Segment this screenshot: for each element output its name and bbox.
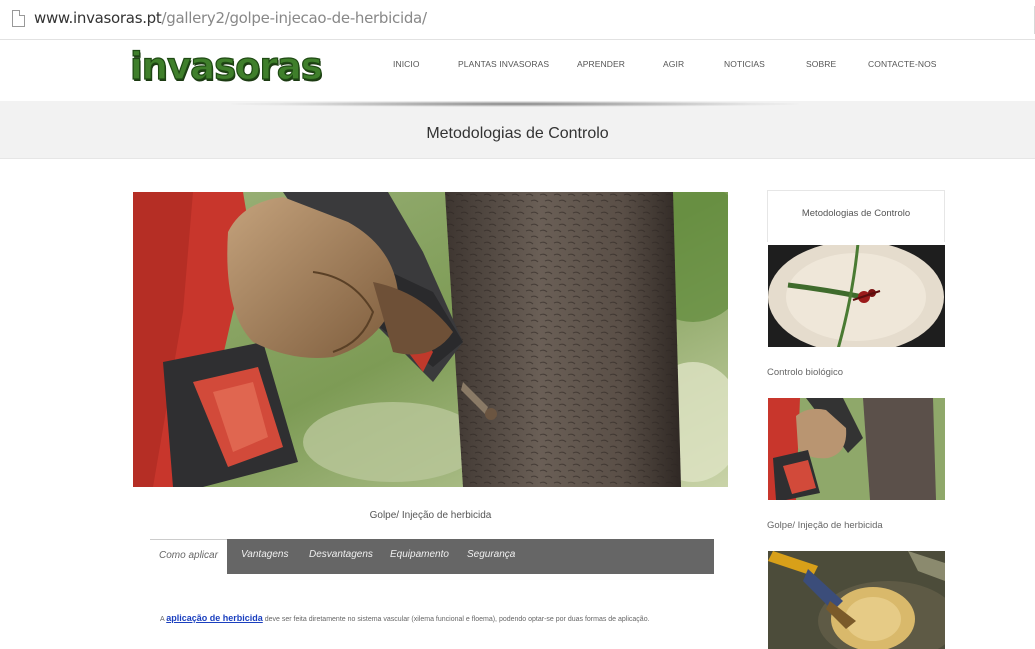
image-caption: Golpe/ Injeção de herbicida <box>369 510 492 521</box>
url-path: /gallery2/golpe-injecao-de-herbicida/ <box>161 9 427 27</box>
nav-item-agir[interactable]: AGIR <box>663 59 684 69</box>
page-title: Metodologias de Controlo <box>426 125 609 142</box>
header-shadow <box>230 101 800 107</box>
tab-seguranca[interactable]: Segurança <box>467 539 515 574</box>
tab-desvantagens[interactable]: Desvantagens <box>309 539 373 574</box>
brush-herbicide-photo <box>768 551 945 649</box>
address-bar[interactable]: www.invasoras.pt/gallery2/golpe-injecao-… <box>0 0 1035 40</box>
url-text[interactable]: www.invasoras.pt/gallery2/golpe-injecao-… <box>34 9 427 27</box>
thumb-controlo-biologico[interactable] <box>768 245 945 347</box>
site-header: invasoras INICIO PLANTAS INVASORAS APREN… <box>0 40 1035 100</box>
thumb-label-controlo-biologico[interactable]: Controlo biológico <box>767 367 843 378</box>
tab-equipamento[interactable]: Equipamento <box>390 539 449 574</box>
page-icon <box>12 10 25 27</box>
drill-thumbnail-photo <box>768 398 945 500</box>
biocontrol-photo <box>768 245 945 347</box>
herbicide-link[interactable]: aplicação de herbicida <box>166 613 263 623</box>
tab-como-aplicar[interactable]: Como aplicar <box>150 539 227 574</box>
nav-item-aprender[interactable]: APRENDER <box>577 59 625 69</box>
sidebar: Metodologias de Controlo Controlo biológ… <box>767 190 945 649</box>
gallery-main-image <box>133 192 728 487</box>
nav-item-contacte-nos[interactable]: CONTACTE-NOS <box>868 59 937 69</box>
main-nav: INICIO PLANTAS INVASORAS APRENDER AGIR N… <box>0 59 1035 73</box>
nav-item-sobre[interactable]: SOBRE <box>806 59 836 69</box>
nav-item-plantas-invasoras[interactable]: PLANTAS INVASORAS <box>458 59 549 69</box>
thumb-golpe-injecao[interactable] <box>768 398 945 500</box>
title-band: Metodologias de Controlo <box>0 101 1035 159</box>
content-text: deve ser feita diretamente no sistema va… <box>262 616 650 623</box>
tab-vantagens[interactable]: Vantagens <box>241 539 288 574</box>
nav-item-inicio[interactable]: INICIO <box>393 59 420 69</box>
nav-item-noticias[interactable]: NOTICIAS <box>724 59 765 69</box>
tab-content: A aplicação de herbicida deve ser feita … <box>160 612 720 626</box>
drill-injection-photo <box>133 192 728 487</box>
thumb-brush-application[interactable] <box>768 551 945 649</box>
sidebar-title: Metodologias de Controlo <box>767 190 945 242</box>
thumb-label-golpe-injecao[interactable]: Golpe/ Injeção de herbicida <box>767 520 883 531</box>
tab-bar: Como aplicar Vantagens Desvantagens Equi… <box>150 539 714 574</box>
url-host: www.invasoras.pt <box>34 9 162 27</box>
